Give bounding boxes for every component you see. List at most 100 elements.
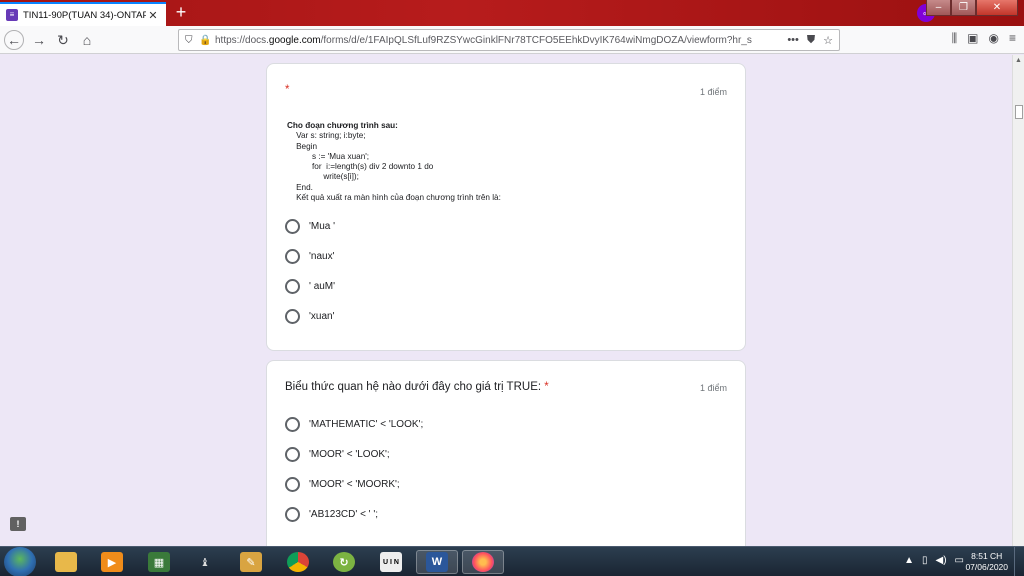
tab-title: TIN11-90P(TUAN 34)-ONTAP [23, 9, 146, 21]
question-points: 1 điểm [699, 383, 727, 393]
code-line: Var s: string; i:byte; [287, 131, 366, 141]
chess-app-button[interactable]: ♝ [184, 550, 226, 574]
radio-button[interactable] [285, 279, 300, 294]
media-player-button[interactable]: ▶ [91, 550, 133, 574]
radio-button[interactable] [285, 507, 300, 522]
close-tab-icon[interactable]: ✕ [146, 9, 160, 22]
minimize-button[interactable]: – [926, 0, 951, 16]
answer-option[interactable]: 'Mua ' [285, 219, 335, 234]
answer-option[interactable]: ' auM' [285, 279, 335, 294]
option-label: 'Mua ' [309, 221, 336, 232]
question-card-2: Biểu thức quan hệ nào dưới đây cho giá t… [266, 360, 746, 546]
radio-button[interactable] [285, 249, 300, 264]
start-button[interactable] [4, 547, 36, 576]
power-icon[interactable]: ▯ [922, 555, 928, 566]
lock-icon[interactable]: 🔒 [199, 35, 215, 46]
answer-option[interactable]: 'xuan' [285, 309, 335, 324]
chrome-icon [287, 552, 309, 572]
code-line: s := 'Mua xuan'; [287, 151, 370, 161]
network-icon[interactable]: ▭ [955, 555, 964, 566]
green-app-button[interactable]: ↻ [323, 550, 365, 574]
question-code-image: Cho đoạn chương trình sau: Var s: string… [287, 121, 501, 203]
keyboard-icon: U I N [380, 552, 402, 572]
option-label: 'MOOR' < 'MOORK'; [309, 479, 400, 490]
firefox-button[interactable] [462, 550, 504, 574]
url-bar[interactable]: ⛉ 🔒 https://docs.google.com/forms/d/e/1F… [178, 29, 840, 51]
option-label: 'MOOR' < 'LOOK'; [309, 449, 390, 460]
window-controls: – ❐ ✕ [926, 0, 1018, 18]
code-line: Kết quả xuất ra màn hình của đoạn chương… [287, 193, 501, 203]
code-line: write(s[i]); [287, 172, 359, 182]
radio-button[interactable] [285, 447, 300, 462]
monitor-app-button[interactable]: ▦ [138, 550, 180, 574]
answer-option[interactable]: 'MATHEMATIC' < 'LOOK'; [285, 417, 423, 432]
clock-date: 07/06/2020 [965, 562, 1008, 572]
scroll-thumb[interactable] [1015, 105, 1023, 119]
volume-icon[interactable]: ◀) [936, 555, 947, 566]
keyboard-app-button[interactable]: U I N [370, 550, 412, 574]
file-explorer-button[interactable] [45, 550, 87, 574]
forward-button[interactable]: → [30, 31, 48, 49]
radio-button[interactable] [285, 309, 300, 324]
new-tab-button[interactable]: + [171, 3, 191, 23]
green-app-icon: ↻ [333, 552, 355, 572]
system-clock[interactable]: 8:51 CH 07/06/2020 [965, 551, 1008, 573]
word-icon: W [426, 552, 448, 572]
firefox-icon [472, 552, 494, 572]
radio-button[interactable] [285, 417, 300, 432]
question-points: 1 điểm [699, 87, 727, 97]
navigation-toolbar: ← → ↻ ⌂ ⛉ 🔒 https://docs.google.com/form… [0, 26, 1024, 54]
menu-icon[interactable]: ≡ [1009, 31, 1016, 46]
page-scrollbar[interactable]: ▲ [1012, 55, 1024, 546]
chrome-button[interactable] [277, 550, 319, 574]
option-label: 'MATHEMATIC' < 'LOOK'; [309, 419, 424, 430]
bookmark-star-icon[interactable]: ☆ [823, 34, 833, 47]
clock-time: 8:51 CH [971, 551, 1003, 561]
pocket-icon[interactable]: ⛊ [807, 34, 815, 47]
url-text[interactable]: https://docs.google.com/forms/d/e/1FAIpQ… [215, 35, 781, 46]
show-desktop-button[interactable] [1014, 547, 1024, 576]
back-button[interactable]: ← [4, 30, 24, 50]
page-actions-icon[interactable]: ••• [787, 34, 799, 47]
answer-option[interactable]: 'AB123CD' < ' '; [285, 507, 378, 522]
chess-piece-icon: ♝ [200, 556, 210, 569]
report-feedback-icon[interactable]: ! [10, 517, 26, 531]
reload-button[interactable]: ↻ [54, 31, 72, 49]
code-line: End. [287, 182, 313, 192]
question-title: Biểu thức quan hệ nào dưới đây cho giá t… [285, 381, 549, 393]
google-forms-icon: ≡ [6, 9, 18, 21]
required-mark: * [285, 84, 290, 96]
folder-icon [55, 552, 77, 572]
paint-palette-icon: ✎ [240, 552, 262, 572]
scroll-up-icon[interactable]: ▲ [1015, 57, 1022, 64]
home-button[interactable]: ⌂ [78, 31, 96, 49]
form-page: * 1 điểm Cho đoạn chương trình sau: Var … [0, 55, 1012, 546]
maximize-button[interactable]: ❐ [951, 0, 976, 16]
windows-taskbar: ▶ ▦ ♝ ✎ ↻ U I N W ▲ ▯ ◀) ▭ 8:51 CH 07/06… [0, 546, 1024, 576]
close-window-button[interactable]: ✕ [976, 0, 1018, 16]
question-card-1: * 1 điểm Cho đoạn chương trình sau: Var … [266, 63, 746, 351]
option-label: 'naux' [309, 251, 335, 262]
question-title: * [285, 84, 289, 96]
radio-button[interactable] [285, 477, 300, 492]
browser-tab[interactable]: ≡ TIN11-90P(TUAN 34)-ONTAP ✕ [0, 2, 166, 26]
sidebar-icon[interactable]: ▣ [967, 31, 978, 46]
option-label: 'AB123CD' < ' '; [309, 509, 379, 520]
monitor-icon: ▦ [148, 552, 170, 572]
system-tray: ▲ ▯ ◀) ▭ [904, 555, 964, 566]
account-icon[interactable]: ◉ [989, 31, 999, 46]
code-line: for i:=length(s) div 2 downto 1 do [287, 162, 434, 172]
word-button[interactable]: W [416, 550, 458, 574]
show-hidden-icons-icon[interactable]: ▲ [904, 555, 914, 566]
tracking-shield-icon[interactable]: ⛉ [185, 35, 199, 46]
library-icon[interactable]: ⫼ [952, 31, 958, 46]
answer-option[interactable]: 'MOOR' < 'MOORK'; [285, 477, 400, 492]
option-label: 'xuan' [309, 311, 335, 322]
code-line: Begin [287, 141, 318, 151]
paint-app-button[interactable]: ✎ [230, 550, 272, 574]
answer-option[interactable]: 'naux' [285, 249, 335, 264]
radio-button[interactable] [285, 219, 300, 234]
answer-option[interactable]: 'MOOR' < 'LOOK'; [285, 447, 390, 462]
tab-strip: ≡ TIN11-90P(TUAN 34)-ONTAP ✕ + ∞ – ❐ ✕ [0, 0, 1024, 26]
media-player-icon: ▶ [101, 552, 123, 572]
